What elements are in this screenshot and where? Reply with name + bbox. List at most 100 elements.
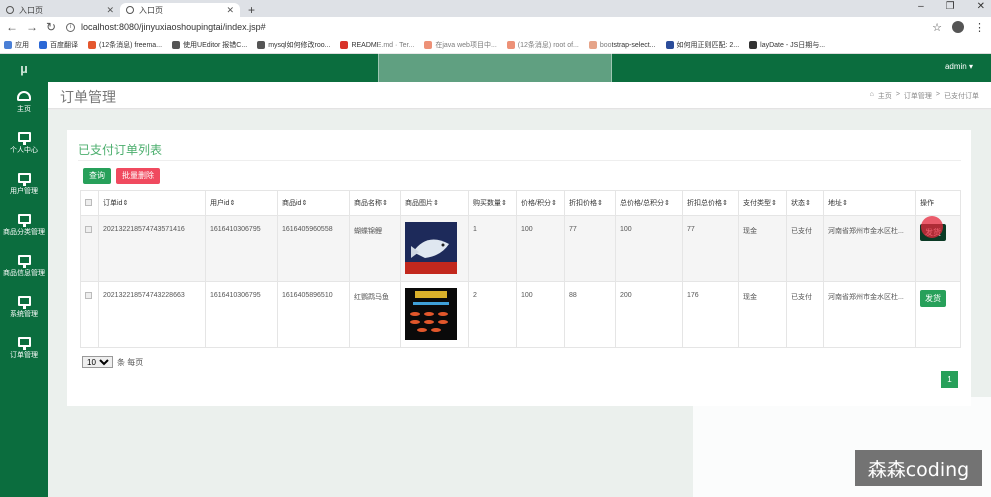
- table-row[interactable]: 20213221857474357141​6 1616410306795 16164…: [80, 215, 961, 282]
- column-header[interactable]: 价格/积分⇕: [516, 190, 565, 216]
- browser-tab[interactable]: 入口页 ✕: [0, 3, 120, 17]
- cell-price: 100: [516, 215, 565, 282]
- monitor-icon: [17, 214, 31, 227]
- bookmark-item[interactable]: 百度翻译: [39, 40, 78, 50]
- column-header[interactable]: 购买数量⇕: [468, 190, 517, 216]
- sidebar-item[interactable]: 用户管理: [0, 164, 48, 205]
- cell-image: [400, 215, 469, 282]
- bookmark-favicon-icon: [749, 41, 758, 49]
- page-size-select[interactable]: 10: [82, 356, 113, 368]
- row-checkbox[interactable]: [85, 226, 92, 233]
- tab-favicon-icon: [6, 6, 14, 14]
- bookmark-favicon-icon: [39, 41, 47, 49]
- tab-close-icon[interactable]: ✕: [226, 5, 234, 16]
- select-all-checkbox[interactable]: [85, 198, 92, 206]
- close-window-icon[interactable]: ✕: [977, 1, 985, 12]
- monitor-icon: [17, 337, 31, 350]
- bookmark-favicon-icon: [172, 41, 181, 49]
- bookmark-favicon-icon: [88, 41, 96, 49]
- column-header[interactable]: 商品名称⇕: [349, 190, 401, 216]
- cell-qty: 1: [468, 215, 517, 282]
- minimize-icon[interactable]: –: [918, 1, 924, 12]
- browser-tab-active[interactable]: 入口页 ✕: [120, 3, 240, 17]
- page-header: 订单管理 ⌂ 主页 > 订单管理 > 已支付订单: [48, 82, 991, 109]
- bookmark-item[interactable]: 应用: [4, 40, 29, 50]
- sidebar-item-label: 主页: [17, 106, 31, 113]
- bookmark-item[interactable]: (12条消息) freema...: [88, 40, 162, 50]
- cell-discount-price: 77: [564, 215, 616, 282]
- bookmark-label: (12条消息) freema...: [99, 42, 163, 49]
- bookmark-label: 使用UEditor 报错C...: [183, 42, 248, 49]
- table-row[interactable]: 20213221857474322866​3 1616410306795 16164…: [80, 281, 961, 348]
- bookmark-favicon-icon: [4, 41, 12, 49]
- cell-image: [400, 281, 469, 348]
- bookmark-item[interactable]: mysql如何修改roo...: [257, 40, 330, 50]
- new-tab-button[interactable]: +: [240, 3, 263, 17]
- pagination-current-page[interactable]: 1: [941, 371, 958, 388]
- card-title: 已支付订单列表: [78, 143, 163, 157]
- batch-delete-button[interactable]: 批量删除: [116, 168, 160, 184]
- url-input[interactable]: i localhost:8080/jinyuxiaoshoupingtai/in…: [66, 19, 922, 35]
- bookmark-label: 百度翻译: [50, 42, 78, 49]
- maximize-icon[interactable]: ❐: [946, 1, 955, 12]
- menu-kebab-icon[interactable]: ⋮: [974, 21, 985, 34]
- back-icon[interactable]: ←: [6, 20, 18, 34]
- row-checkbox[interactable]: [85, 292, 92, 299]
- column-header[interactable]: 订单id⇕: [98, 190, 206, 216]
- column-header[interactable]: 折扣总价格⇕: [682, 190, 739, 216]
- breadcrumb-orders[interactable]: 订单管理: [904, 91, 932, 101]
- sidebar-item[interactable]: 系统管理: [0, 287, 48, 328]
- tab-close-icon[interactable]: ✕: [106, 5, 114, 16]
- query-button[interactable]: 查询: [83, 168, 111, 184]
- sidebar-item[interactable]: 商品分类管理: [0, 205, 48, 246]
- cell-status: 已支付: [786, 215, 824, 282]
- ship-button[interactable]: 发货: [920, 290, 946, 307]
- watermark: 森森coding: [855, 450, 982, 486]
- bookmark-item[interactable]: 如何用正则匹配: 2...: [665, 40, 739, 50]
- star-icon[interactable]: ☆: [932, 21, 942, 34]
- url-text: localhost:8080/jinyuxiaoshoupingtai/inde…: [81, 22, 266, 32]
- cell-order-id: 20213221857474322866​3: [98, 281, 206, 348]
- sidebar-item-label: 商品分类管理: [3, 229, 45, 236]
- site-info-icon[interactable]: i: [66, 22, 75, 32]
- tab-label: 入口页: [19, 5, 43, 15]
- orders-card: 已支付订单列表 查询 批量删除 订单id⇕ 用户id⇕ 商品id⇕ 商品名称⇕ 商品图片…: [67, 130, 971, 406]
- column-header[interactable]: 商品图片⇕: [400, 190, 469, 216]
- sidebar-item[interactable]: 主页: [0, 82, 48, 123]
- row-select-cell: [80, 281, 99, 348]
- sidebar-item-label: 订单管理: [10, 352, 38, 359]
- divider: [78, 160, 961, 161]
- sidebar-item[interactable]: 个人中心: [0, 123, 48, 164]
- bookmark-favicon-icon: [340, 41, 349, 49]
- column-header[interactable]: 地址⇕: [823, 190, 916, 216]
- column-header[interactable]: 支付类型⇕: [738, 190, 787, 216]
- sidebar-item[interactable]: 订单管理: [0, 328, 48, 369]
- reload-icon[interactable]: ↻: [46, 20, 56, 34]
- browser-tab-strip: 入口页 ✕ 入口页 ✕ + – ❐ ✕: [0, 0, 991, 17]
- cell-discount-total: 176: [682, 281, 739, 348]
- column-header[interactable]: 状态⇕: [786, 190, 824, 216]
- admin-menu[interactable]: admin ▾: [945, 62, 973, 71]
- monitor-icon: [17, 296, 31, 309]
- top-navbar: admin ▾: [48, 36, 991, 92]
- cell-address: 河南省郑州市金水区杜...: [823, 281, 916, 348]
- address-bar-row: ← → ↻ i localhost:8080/jinyuxiaoshouping…: [0, 17, 991, 37]
- sidebar: µ 主页 个人中心 用户管理 商品分类管理 商品信息管理 系统管理 订单管理: [0, 54, 48, 497]
- forward-icon[interactable]: →: [26, 20, 38, 34]
- breadcrumb-home[interactable]: 主页: [878, 91, 892, 101]
- breadcrumb-sep: >: [935, 91, 940, 98]
- column-header[interactable]: 折扣价格⇕: [564, 190, 616, 216]
- cell-qty: 2: [468, 281, 517, 348]
- sidebar-item[interactable]: 商品信息管理: [0, 246, 48, 287]
- column-header[interactable]: 用户id⇕: [205, 190, 278, 216]
- product-image: [405, 288, 457, 340]
- bookmark-item[interactable]: layDate - JS日期与...: [749, 40, 825, 50]
- sidebar-item-label: 系统管理: [10, 311, 38, 318]
- bookmark-favicon-icon: [257, 41, 266, 49]
- select-all-cell: [80, 190, 99, 216]
- profile-avatar[interactable]: [952, 21, 964, 33]
- column-header[interactable]: 商品id⇕: [277, 190, 350, 216]
- column-header[interactable]: 总价格/总积分⇕: [615, 190, 683, 216]
- bookmark-item[interactable]: 使用UEditor 报错C...: [172, 40, 247, 50]
- breadcrumb-sep: >: [895, 91, 900, 98]
